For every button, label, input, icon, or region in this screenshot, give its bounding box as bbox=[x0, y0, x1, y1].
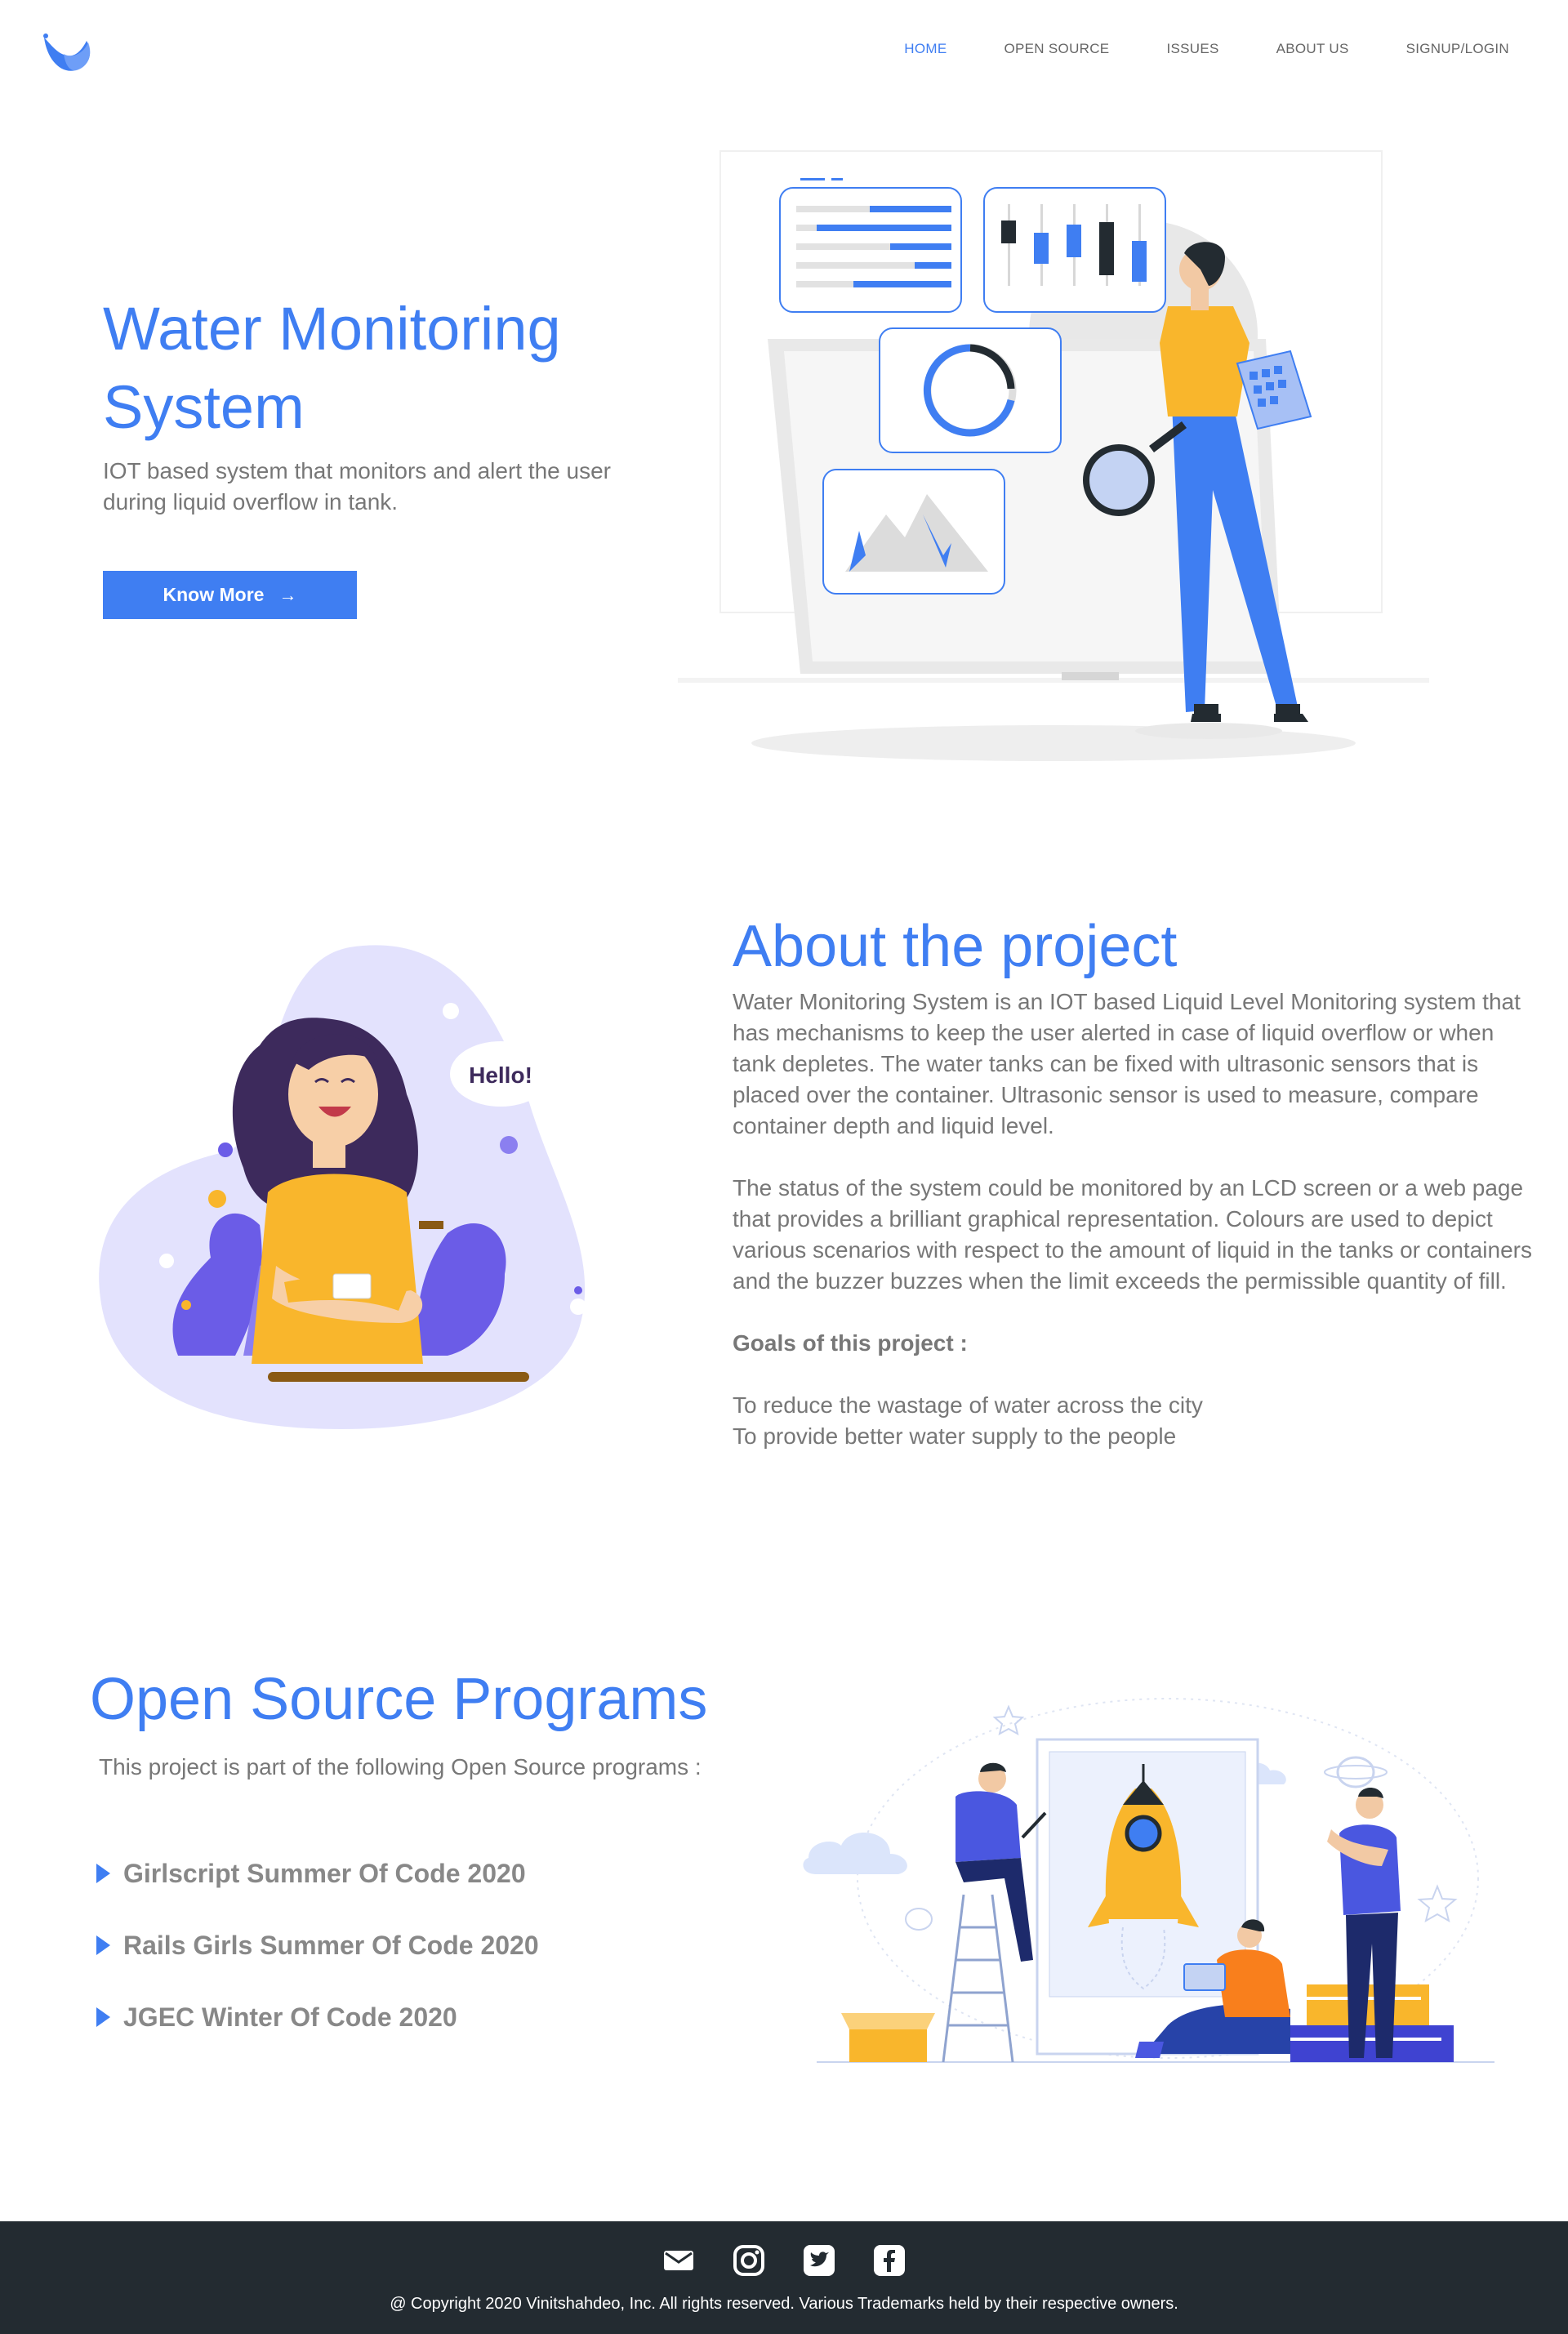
about-paragraph-1: Water Monitoring System is an IOT based … bbox=[733, 989, 1521, 1138]
nav-issues-link[interactable]: ISSUES bbox=[1166, 41, 1218, 57]
triangle-right-icon bbox=[96, 1864, 110, 1883]
know-more-label: Know More bbox=[163, 584, 265, 605]
twitter-icon[interactable] bbox=[803, 2244, 835, 2277]
nav-home-link[interactable]: HOME bbox=[904, 41, 947, 57]
about-body: Water Monitoring System is an IOT based … bbox=[733, 987, 1533, 1452]
program-list: Girlscript Summer Of Code 2020 Rails Gir… bbox=[96, 1837, 539, 2053]
hero-analytics-illustration bbox=[678, 150, 1429, 761]
program-label: Girlscript Summer Of Code 2020 bbox=[123, 1858, 526, 1888]
rocket-team-illustration bbox=[803, 1698, 1494, 2063]
footer: @ Copyright 2020 Vinitshahdeo, Inc. All … bbox=[0, 2221, 1568, 2334]
triangle-right-icon bbox=[96, 1935, 110, 1955]
copyright-text: @ Copyright 2020 Vinitshahdeo, Inc. All … bbox=[390, 2295, 1178, 2313]
facebook-icon[interactable] bbox=[873, 2244, 906, 2277]
instagram-icon[interactable] bbox=[733, 2244, 765, 2277]
goals-title: Goals of this project : bbox=[733, 1330, 968, 1356]
program-label: Rails Girls Summer Of Code 2020 bbox=[123, 1930, 539, 1960]
program-item[interactable]: Rails Girls Summer Of Code 2020 bbox=[96, 1909, 539, 1981]
about-title: About the project bbox=[733, 914, 1178, 979]
goal-item: To provide better water supply to the pe… bbox=[733, 1423, 1177, 1449]
arrow-right-icon: → bbox=[278, 584, 297, 605]
logo-icon[interactable] bbox=[39, 29, 95, 78]
goal-item: To reduce the wastage of water across th… bbox=[733, 1392, 1203, 1418]
program-label: JGEC Winter Of Code 2020 bbox=[123, 2002, 457, 2032]
nav-open-source-link[interactable]: OPEN SOURCE bbox=[1004, 41, 1110, 57]
hello-bubble-text: Hello! bbox=[469, 1062, 532, 1088]
hello-girl-illustration: Hello! bbox=[99, 945, 586, 1429]
social-links bbox=[0, 2244, 1568, 2277]
about-paragraph-2: The status of the system could be monito… bbox=[733, 1175, 1532, 1294]
hero-title: Water Monitoring System bbox=[103, 295, 561, 441]
top-navbar: HOME OPEN SOURCE ISSUES ABOUT US SIGNUP/… bbox=[0, 0, 1568, 102]
program-item[interactable]: JGEC Winter Of Code 2020 bbox=[96, 1981, 539, 2053]
program-item[interactable]: Girlscript Summer Of Code 2020 bbox=[96, 1837, 539, 1909]
triangle-right-icon bbox=[96, 2007, 110, 2027]
open-source-title: Open Source Programs bbox=[90, 1667, 708, 1732]
nav-about-us-link[interactable]: ABOUT US bbox=[1276, 41, 1349, 57]
mail-icon[interactable] bbox=[662, 2244, 695, 2277]
hero-subtitle: IOT based system that monitors and alert… bbox=[103, 458, 612, 514]
nav-menu: HOME OPEN SOURCE ISSUES ABOUT US SIGNUP/… bbox=[847, 41, 1509, 57]
know-more-button[interactable]: Know More → bbox=[103, 571, 357, 619]
nav-signup-login-link[interactable]: SIGNUP/LOGIN bbox=[1406, 41, 1509, 57]
open-source-subtitle: This project is part of the following Op… bbox=[99, 1754, 702, 1779]
